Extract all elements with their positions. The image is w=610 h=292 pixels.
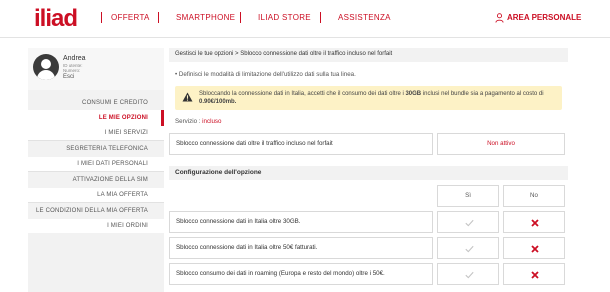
check-icon [465, 245, 474, 253]
alert-highlight-price: 0.90€/100mb. [199, 99, 237, 105]
config-row-no-cell[interactable] [503, 237, 565, 259]
sidebar-item-consumi[interactable]: CONSUMI E CREDITO [28, 96, 164, 110]
option-status-button[interactable]: Non attivo [437, 133, 565, 155]
sidebar-item-opzioni[interactable]: LE MIE OPZIONI [28, 110, 164, 126]
cross-icon [531, 245, 539, 253]
active-indicator [161, 110, 164, 126]
sidebar-item-attivazione-sim[interactable]: ATTIVAZIONE DELLA SIM [28, 172, 164, 188]
servizio-value: incluso [202, 118, 222, 125]
sidebar-item-condizioni[interactable]: LE CONDIZIONI DELLA MIA OFFERTA [28, 203, 164, 219]
warning-icon [182, 92, 193, 102]
sidebar-item-servizi[interactable]: I MIEI SERVIZI [28, 126, 164, 140]
profile-name: Andrea [63, 55, 86, 62]
user-icon[interactable] [495, 13, 504, 23]
section-title: Configurazione dell'opzione [169, 166, 568, 180]
nav-separator [158, 12, 159, 23]
column-header-no: No [503, 185, 565, 207]
avatar [33, 54, 59, 80]
nav-assistenza[interactable]: ASSISTENZA [338, 13, 391, 22]
servizio-label: Servizio : [175, 118, 203, 125]
config-row-no-cell[interactable] [503, 263, 565, 285]
nav-smartphone[interactable]: SMARTPHONE [176, 13, 235, 22]
breadcrumb-parent[interactable]: Gestisci le tue opzioni [175, 51, 233, 57]
nav-separator [101, 12, 102, 23]
nav-separator [320, 12, 321, 23]
config-row-label: Sblocco connessione dati in Italia oltre… [169, 237, 433, 259]
breadcrumb-separator: > [235, 51, 239, 57]
header: iliad OFFERTA SMARTPHONE ILIAD STORE ASS… [0, 0, 610, 38]
alert-text-part: inclusi nel bundle sia a pagamento al co… [421, 91, 544, 97]
config-row-si-cell[interactable] [437, 211, 499, 233]
alert-highlight-quota: 30GB [405, 91, 422, 97]
cross-icon [531, 271, 539, 279]
sidebar-item-label: LE MIE OPZIONI [98, 115, 148, 121]
sidebar: Andrea ID utente: Numero: Esci CONSUMI E… [28, 48, 164, 292]
config-row-no-cell[interactable] [503, 211, 565, 233]
sidebar-item-offerta[interactable]: LA MIA OFFERTA [28, 188, 164, 202]
alert-text: Sbloccando la connessione dati in Italia… [199, 90, 557, 106]
warning-alert: Sbloccando la connessione dati in Italia… [175, 86, 562, 110]
check-icon [465, 219, 474, 227]
area-personale-link[interactable]: AREA PERSONALE [507, 13, 581, 22]
config-row-label: Sblocco consumo dei dati in roaming (Eur… [169, 263, 433, 285]
breadcrumb-current: Sblocco connessione dati oltre il traffi… [240, 51, 393, 57]
cross-icon [531, 219, 539, 227]
sidebar-item-ordini[interactable]: I MIEI ORDINI [28, 219, 164, 233]
check-icon [465, 271, 474, 279]
column-header-si: Sì [437, 185, 499, 207]
bullet-icon: • [175, 71, 178, 78]
nav-iliad-store[interactable]: ILIAD STORE [258, 13, 311, 22]
config-row-si-cell[interactable] [437, 263, 499, 285]
option-label: Sblocco connessione dati oltre il traffi… [169, 133, 433, 155]
nav-separator [240, 12, 241, 23]
alert-text-part: Sbloccando la connessione dati in Italia… [199, 91, 406, 97]
config-row-si-cell[interactable] [437, 237, 499, 259]
logout-link[interactable]: Esci [63, 74, 74, 80]
breadcrumb: Gestisci le tue opzioni > Sblocco connes… [169, 48, 568, 62]
servizio-status: Servizio : incluso [175, 118, 221, 125]
sidebar-menu: CONSUMI E CREDITO LE MIE OPZIONI I MIEI … [28, 90, 164, 292]
iliad-logo[interactable]: iliad [34, 5, 78, 33]
config-row-label: Sblocco connessione dati in Italia oltre… [169, 211, 433, 233]
sidebar-item-dati-personali[interactable]: I MIEI DATI PERSONALI [28, 157, 164, 171]
page-description: • Definisci le modalità di limitazione d… [175, 71, 356, 78]
nav-offerta[interactable]: OFFERTA [111, 13, 150, 22]
sidebar-item-segreteria[interactable]: SEGRETERIA TELEFONICA [28, 141, 164, 157]
description-text: Definisci le modalità di limitazione del… [178, 71, 356, 78]
profile-number-label: Numero: [63, 68, 81, 73]
profile-card: Andrea ID utente: Numero: Esci [28, 48, 164, 90]
